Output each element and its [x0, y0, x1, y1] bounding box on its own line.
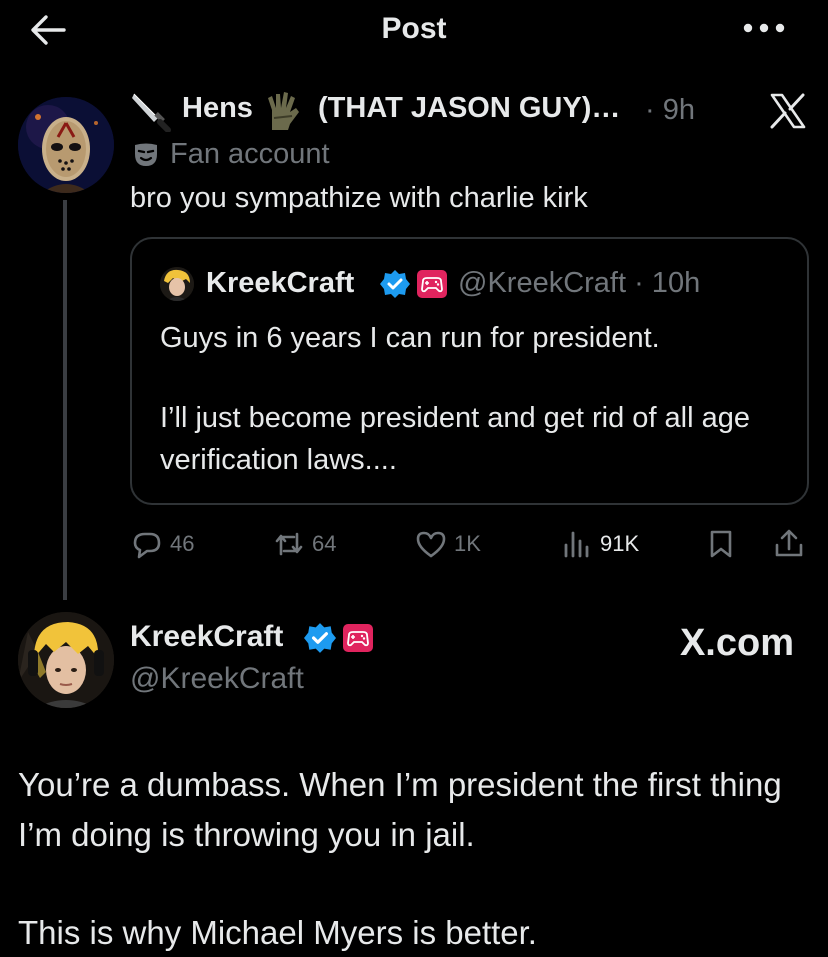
reply-text-gap [18, 860, 808, 908]
more-button[interactable] [740, 16, 788, 40]
reply-count: 46 [170, 531, 195, 556]
verified-badge-icon [304, 623, 336, 653]
views-chart-icon [564, 531, 589, 558]
reply-button[interactable]: 46 [130, 526, 194, 562]
like-count: 1K [454, 531, 481, 556]
reply-handle[interactable]: @KreekCraft [130, 662, 304, 696]
quoted-post[interactable]: KreekCraft @KreekCraft · 10h Guys in 6 y… [130, 237, 809, 505]
like-button[interactable]: 1K [414, 526, 481, 562]
quoted-text-line: Guys in 6 years I can run for president. [160, 322, 660, 354]
repost-button[interactable]: 64 [272, 526, 336, 562]
post-timestamp[interactable]: · 9h [645, 94, 695, 127]
page-title: Post [381, 12, 447, 45]
reply-text-line: You’re a dumbass. When I’m president the… [18, 766, 782, 853]
quoted-avatar [160, 267, 194, 301]
hockey-mask-avatar-image [18, 97, 114, 193]
verified-badge-icon [380, 270, 410, 298]
repost-icon [275, 532, 303, 556]
reply-icon [133, 532, 161, 559]
quoted-text-gap [160, 359, 790, 397]
bookmark-button[interactable] [704, 526, 738, 562]
reply-text-line: This is why Michael Myers is better. [18, 914, 537, 951]
share-icon [775, 529, 803, 557]
heart-icon [416, 531, 446, 558]
thread-line [63, 200, 67, 600]
gamepad-badge-icon [417, 270, 447, 298]
account-label: Fan account [170, 138, 330, 170]
x-com-brand: X.com [679, 622, 794, 664]
reply-author-name[interactable]: KreekCraft [130, 620, 283, 654]
gamepad-badge-icon [343, 624, 373, 652]
mask-icon [135, 143, 157, 166]
reply-avatar[interactable] [18, 612, 114, 708]
kreekcraft-avatar-image [18, 612, 114, 708]
repost-count: 64 [312, 531, 337, 556]
dagger-icon [132, 93, 171, 132]
hand-icon [268, 92, 299, 130]
quoted-handle[interactable]: @KreekCraft · 10h [458, 267, 700, 300]
quoted-text: Guys in 6 years I can run for president.… [160, 317, 790, 481]
author-name-part1[interactable]: Hens [182, 92, 253, 125]
reply-text: You’re a dumbass. When I’m president the… [18, 760, 808, 957]
post-page: Post Hens (THAT JASON GUY)… · 9h Fan acc… [0, 0, 828, 957]
share-button[interactable] [772, 526, 806, 562]
author-name-part2[interactable]: (THAT JASON GUY)… [318, 92, 620, 125]
views-count: 91K [600, 531, 640, 556]
more-horizontal-icon [743, 23, 785, 33]
quoted-text-line: I’ll just become president and get rid o… [160, 402, 751, 476]
quoted-author-name[interactable]: KreekCraft [206, 267, 354, 300]
bookmark-icon [710, 530, 732, 558]
x-logo-icon[interactable] [768, 92, 808, 130]
views-button[interactable]: 91K [560, 526, 639, 562]
post-text: bro you sympathize with charlie kirk [130, 182, 588, 214]
kreekcraft-avatar-image [160, 267, 194, 301]
header: Post [0, 0, 828, 60]
avatar[interactable] [18, 97, 114, 193]
